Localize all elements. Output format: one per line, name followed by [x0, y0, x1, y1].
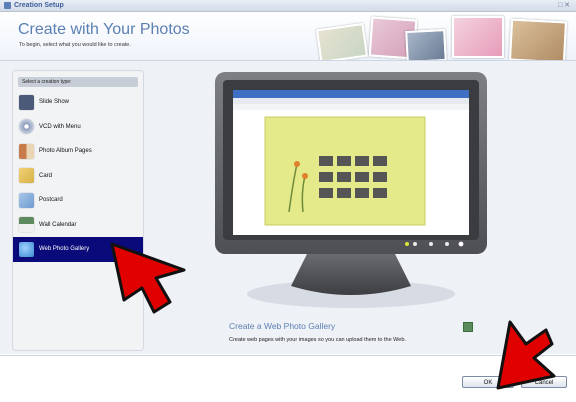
- creation-type-label: Web Photo Gallery: [39, 246, 90, 253]
- banner-photo-collage: [310, 12, 576, 60]
- creation-type-label: Wall Calendar: [39, 221, 77, 228]
- ok-button[interactable]: OK: [462, 376, 514, 388]
- info-icon[interactable]: [463, 322, 473, 332]
- title-bar: Creation Setup □ ✕: [0, 0, 576, 12]
- postcard-icon: [19, 192, 34, 208]
- album-pages-icon: [19, 143, 34, 159]
- preview-title: Create a Web Photo Gallery: [229, 321, 336, 331]
- page-title: Create with Your Photos: [18, 21, 190, 38]
- dialog-footer: OK Cancel: [0, 355, 576, 402]
- creation-type-postcard[interactable]: Postcard: [13, 188, 143, 213]
- creation-type-label: Postcard: [39, 197, 63, 204]
- creation-type-vcd-with-menu[interactable]: VCD with Menu: [13, 115, 143, 140]
- web-gallery-icon: [19, 241, 34, 257]
- preview-monitor-illustration: [215, 72, 487, 308]
- slide-show-icon: [19, 94, 34, 110]
- app-icon: [4, 2, 11, 9]
- creation-type-photo-album-pages[interactable]: Photo Album Pages: [13, 139, 143, 164]
- creation-type-card[interactable]: Card: [13, 164, 143, 189]
- page-subtitle: To begin, select what you would like to …: [19, 42, 131, 48]
- creation-type-label: Photo Album Pages: [39, 148, 92, 155]
- creation-type-label: VCD with Menu: [39, 123, 81, 130]
- creation-type-wall-calendar[interactable]: Wall Calendar: [13, 213, 143, 238]
- card-icon: [19, 168, 34, 184]
- window-title: Creation Setup: [14, 2, 64, 9]
- creation-type-list: Select a creation type: Slide Show VCD w…: [12, 70, 144, 351]
- cancel-button[interactable]: Cancel: [521, 376, 567, 388]
- preview-description: Create web pages with your images so you…: [229, 337, 406, 343]
- main-content: Select a creation type: Slide Show VCD w…: [0, 61, 576, 354]
- vcd-disc-icon: [19, 119, 34, 135]
- creation-type-label: Slide Show: [39, 99, 70, 106]
- header-banner: Create with Your Photos To begin, select…: [0, 12, 576, 61]
- creation-type-header: Select a creation type:: [18, 77, 138, 87]
- creation-type-label: Card: [39, 172, 53, 179]
- creation-type-web-photo-gallery[interactable]: Web Photo Gallery: [13, 237, 143, 262]
- creation-type-slide-show[interactable]: Slide Show: [13, 90, 143, 115]
- window-controls[interactable]: □ ✕: [558, 0, 570, 11]
- calendar-icon: [19, 217, 34, 233]
